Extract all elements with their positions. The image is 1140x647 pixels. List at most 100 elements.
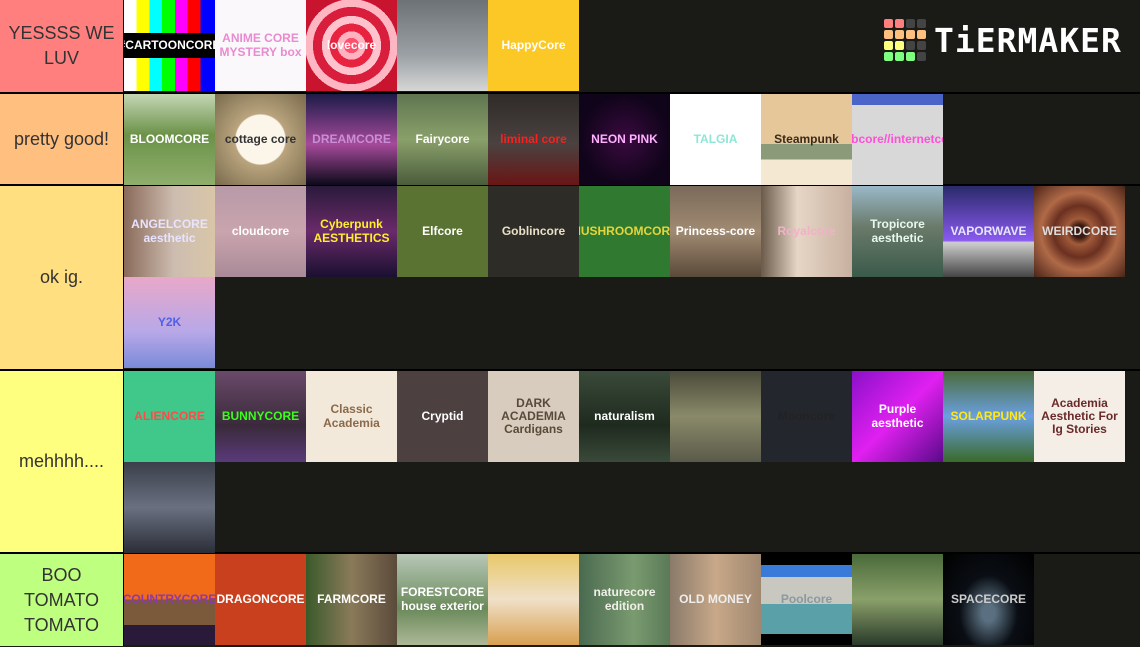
tier-item-image[interactable]: naturecore edition (579, 554, 670, 645)
tier-item-image[interactable]: COUNTRYCORE (124, 554, 215, 645)
tier-item-image[interactable]: FARMCORE (306, 554, 397, 645)
tier-item-caption: FARMCORE (317, 591, 386, 606)
tier-row: ok ig. ANGELCORE aesthetic cloudcore Cyberp… (0, 186, 1140, 371)
tier-item-image[interactable]: Cyberpunk AESTHETICS (306, 186, 397, 277)
tier-item-image[interactable]: Tropicore aesthetic (852, 186, 943, 277)
tier-items: BLOOMCORE cottage core DREAMCORE Fairycore l… (124, 94, 1140, 185)
tier-item-image[interactable]: lovecore (306, 0, 397, 91)
tier-item-image[interactable]: DRAGONCORE (215, 554, 306, 645)
tier-item-image[interactable]: Cryptid (397, 371, 488, 462)
tiermaker-logo[interactable]: TiERMAKER (884, 19, 1122, 61)
tier-item-image[interactable]: DARK ACADEMIA Cardigans (488, 371, 579, 462)
tier-item-caption: Purple aesthetic (871, 402, 924, 430)
tier-item-image[interactable]: SPACECORE (943, 554, 1034, 645)
tier-item-caption: naturecore edition (593, 585, 656, 613)
tier-item-image[interactable] (670, 371, 761, 462)
tier-item-caption: DRAGONCORE (216, 591, 305, 606)
logo-grid-square (895, 41, 904, 50)
tier-label[interactable]: BOO TOMATO TOMATO (0, 554, 124, 646)
tier-item-image[interactable]: FORESTCORE house exterior (397, 554, 488, 645)
logo-grid-square (917, 30, 926, 39)
tier-item-caption: HappyCore (501, 37, 566, 52)
tier-item-caption: NEON PINK (591, 131, 658, 146)
tier-item-caption: Cyberpunk AESTHETICS (313, 217, 390, 245)
tier-item-image[interactable] (852, 554, 943, 645)
tier-item-caption: DREAMCORE (312, 131, 391, 146)
logo-grid-square (895, 19, 904, 28)
tier-item-image[interactable]: cloudcore (215, 186, 306, 277)
tier-item-image[interactable]: naturalism (579, 371, 670, 462)
tier-item-caption: MUSHROOMCORE (579, 223, 670, 238)
tier-row: pretty good! BLOOMCORE cottage core DREAMCO… (0, 94, 1140, 186)
tier-item-caption: liminal core (500, 131, 567, 146)
tier-item-caption: ANIME CORE MYSTERY box (219, 31, 302, 59)
tier-label[interactable]: ok ig. (0, 186, 124, 369)
logo-grid-square (917, 41, 926, 50)
logo-grid-square (906, 52, 915, 61)
tier-item-image[interactable]: cottage core (215, 94, 306, 185)
tier-item-image[interactable]: liminal core (488, 94, 579, 185)
tier-item-image[interactable]: Princess-core (670, 186, 761, 277)
tier-item-image[interactable]: HappyCore (488, 0, 579, 91)
tier-label[interactable]: mehhhh.... (0, 371, 124, 552)
tier-item-image[interactable]: Y2K (124, 277, 215, 368)
tier-item-caption: cloudcore (231, 223, 290, 238)
tier-item-caption: Steampunk (774, 131, 839, 146)
tier-item-caption: Tropicore aesthetic (870, 217, 925, 245)
tier-item-caption: webcore//internetcore (852, 131, 943, 146)
tier-item-image[interactable]: Royalcore (761, 186, 852, 277)
tier-item-image[interactable]: Elfcore (397, 186, 488, 277)
tier-item-caption: BLOOMCORE (129, 131, 210, 146)
tier-item-caption: Y2K (157, 314, 182, 329)
tier-item-image[interactable]: Goblincore (488, 186, 579, 277)
tier-item-image[interactable]: WEIRDCORE (1034, 186, 1125, 277)
logo-grid-square (895, 30, 904, 39)
tier-item-image[interactable]: webcore//internetcore (852, 94, 943, 185)
tier-item-image[interactable]: BUNNYCORE (215, 371, 306, 462)
tier-item-caption: ALIENCORE (134, 408, 205, 423)
tier-item-caption: TALGIA (693, 131, 738, 146)
logo-grid-square (884, 19, 893, 28)
tier-item-image[interactable] (488, 554, 579, 645)
tier-items: COUNTRYCORE DRAGONCORE FARMCORE FORESTCORE … (124, 554, 1140, 646)
tier-item-image[interactable]: Steampunk (761, 94, 852, 185)
tier-item-image[interactable]: ALIENCORE (124, 371, 215, 462)
tier-item-image[interactable]: VAPORWAVE (943, 186, 1034, 277)
tier-item-image[interactable]: BLOOMCORE (124, 94, 215, 185)
tier-item-caption: Goblincore (501, 223, 566, 238)
tier-label[interactable]: YESSSS WE LUV (0, 0, 124, 92)
tier-label[interactable]: pretty good! (0, 94, 124, 184)
tier-item-image[interactable]: SOLARPUNK (943, 371, 1034, 462)
tier-item-image[interactable]: ANGELCORE aesthetic (124, 186, 215, 277)
logo-grid-square (906, 30, 915, 39)
tier-item-caption: COUNTRYCORE (124, 591, 215, 606)
tier-item-image[interactable]: NEON PINK (579, 94, 670, 185)
tier-item-image[interactable]: DREAMCORE (306, 94, 397, 185)
tier-item-caption: Academia Aesthetic For Ig Stories (1041, 395, 1118, 437)
logo-grid-square (906, 41, 915, 50)
tier-item-image[interactable]: TALGIA (670, 94, 761, 185)
tier-item-caption: DARK ACADEMIA Cardigans (501, 395, 566, 437)
tier-item-caption: Cryptid (421, 408, 464, 423)
tier-item-image[interactable]: Classic Academia (306, 371, 397, 462)
tier-item-image[interactable]: Fairycore (397, 94, 488, 185)
tier-item-image[interactable]: MUSHROOMCORE (579, 186, 670, 277)
tier-item-image[interactable]: Academia Aesthetic For Ig Stories (1034, 371, 1125, 462)
logo-grid-square (884, 52, 893, 61)
tier-item-image[interactable]: OLD MONEY (670, 554, 761, 645)
logo-grid-square (895, 52, 904, 61)
logo-grid-icon (884, 19, 926, 61)
tier-item-caption: Elfcore (422, 223, 463, 238)
tier-item-image[interactable]: #CARTOONCORE (124, 0, 215, 91)
tier-item-caption: lovecore (326, 37, 377, 52)
tier-item-image[interactable]: ANIME CORE MYSTERY box (215, 0, 306, 91)
tier-item-image[interactable]: Mooncore (761, 371, 852, 462)
tier-item-image[interactable] (124, 462, 215, 553)
tier-item-image[interactable]: Poolcore (761, 554, 852, 645)
tier-item-caption: BUNNYCORE (221, 408, 300, 423)
tier-item-image[interactable]: Purple aesthetic (852, 371, 943, 462)
tier-item-caption: VAPORWAVE (950, 223, 1027, 238)
tier-row: mehhhh.... ALIENCORE BUNNYCORE Classic Acad… (0, 371, 1140, 554)
tier-item-image[interactable] (397, 0, 488, 91)
tier-item-caption: Fairycore (415, 131, 470, 146)
